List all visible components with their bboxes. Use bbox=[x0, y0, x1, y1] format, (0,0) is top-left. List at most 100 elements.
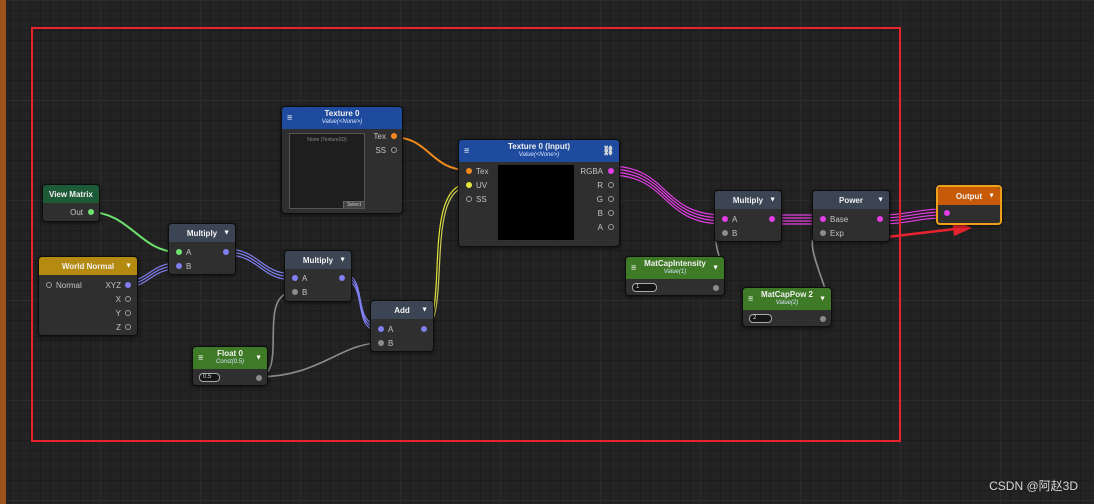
node-header[interactable]: Output ▼ bbox=[938, 187, 1000, 205]
menu-icon[interactable]: ≡ bbox=[748, 294, 753, 304]
port-out[interactable] bbox=[88, 209, 94, 215]
port-in-b[interactable] bbox=[176, 263, 182, 269]
dropdown-icon[interactable]: ▼ bbox=[223, 230, 230, 237]
port-out[interactable] bbox=[223, 249, 229, 255]
port-in-base[interactable] bbox=[820, 216, 826, 222]
port-label-a: A bbox=[597, 223, 603, 232]
dropdown-icon[interactable]: ▼ bbox=[819, 295, 826, 304]
port-in-tex[interactable] bbox=[466, 168, 472, 174]
node-texture-input[interactable]: ≡ Texture 0 (Input) Value(<None>) ⛓ Tex … bbox=[458, 139, 620, 247]
port-out[interactable] bbox=[820, 316, 826, 322]
port-label-uv: UV bbox=[476, 181, 488, 190]
port-out-tex[interactable] bbox=[391, 133, 397, 139]
port-label-ss: SS bbox=[375, 146, 386, 155]
node-float-0[interactable]: ≡ Float 0 Const(0.5) ▼ 0.5 bbox=[192, 346, 268, 386]
dropdown-icon[interactable]: ▼ bbox=[125, 263, 132, 270]
port-out[interactable] bbox=[256, 375, 262, 381]
dropdown-icon[interactable]: ▼ bbox=[769, 197, 776, 204]
port-out[interactable] bbox=[769, 216, 775, 222]
port-in-a[interactable] bbox=[722, 216, 728, 222]
port-out-x[interactable] bbox=[125, 296, 131, 302]
node-multiply-1[interactable]: Multiply ▼ A B bbox=[168, 223, 236, 275]
port-label-b: B bbox=[302, 288, 308, 297]
node-header[interactable]: Add ▼ bbox=[371, 301, 433, 319]
link-icon[interactable]: ⛓ bbox=[603, 146, 614, 156]
port-in-b[interactable] bbox=[722, 230, 728, 236]
port-label-b: B bbox=[732, 229, 738, 238]
port-label-tex: Tex bbox=[476, 167, 489, 176]
node-header[interactable]: ≡ Texture 0 (Input) Value(<None>) ⛓ bbox=[459, 140, 619, 162]
port-in-b[interactable] bbox=[292, 289, 298, 295]
node-header[interactable]: World Normal ▼ bbox=[39, 257, 137, 275]
port-label-xyz: XYZ bbox=[105, 281, 121, 290]
port-out[interactable] bbox=[877, 216, 883, 222]
port-label-z: Z bbox=[116, 323, 121, 332]
node-matcap-pow[interactable]: ≡ MatCapPow 2 Value(2) ▼ 2 bbox=[742, 287, 832, 327]
port-out-ss[interactable] bbox=[391, 147, 397, 153]
node-header[interactable]: ≡ Float 0 Const(0.5) ▼ bbox=[193, 347, 267, 369]
port-in-ss[interactable] bbox=[466, 196, 472, 202]
port-out-g[interactable] bbox=[608, 196, 614, 202]
port-out-xyz[interactable] bbox=[125, 282, 131, 288]
node-header[interactable]: Power ▼ bbox=[813, 191, 889, 209]
port-out-rgba[interactable] bbox=[608, 168, 614, 174]
texture-preview[interactable]: None (Texture2D) Select bbox=[289, 133, 365, 209]
port-label-a: A bbox=[732, 215, 738, 224]
port-out[interactable] bbox=[421, 326, 427, 332]
port-out[interactable] bbox=[339, 275, 345, 281]
port-out-r[interactable] bbox=[608, 182, 614, 188]
value-field[interactable]: 1 bbox=[632, 283, 657, 292]
node-subtitle: Value(1) bbox=[663, 269, 687, 275]
node-header[interactable]: Multiply ▼ bbox=[715, 191, 781, 209]
dropdown-icon[interactable]: ▼ bbox=[339, 257, 346, 264]
node-header[interactable]: Multiply ▼ bbox=[285, 251, 351, 269]
port-in-a[interactable] bbox=[292, 275, 298, 281]
menu-icon[interactable]: ≡ bbox=[464, 146, 469, 156]
node-output[interactable]: Output ▼ bbox=[936, 185, 1002, 225]
port-label-tex: Tex bbox=[373, 132, 386, 141]
port-in[interactable] bbox=[944, 210, 950, 216]
menu-icon[interactable]: ≡ bbox=[287, 113, 292, 123]
port-out-a[interactable] bbox=[608, 224, 614, 230]
port-in-b[interactable] bbox=[378, 340, 384, 346]
port-in-normal[interactable] bbox=[46, 282, 52, 288]
node-multiply-3[interactable]: Multiply ▼ A B bbox=[714, 190, 782, 242]
dropdown-icon[interactable]: ▼ bbox=[421, 307, 428, 314]
dropdown-icon[interactable]: ▼ bbox=[255, 354, 262, 363]
port-in-a[interactable] bbox=[176, 249, 182, 255]
node-matcap-intensity[interactable]: ≡ MatCapIntensity Value(1) ▼ 1 bbox=[625, 256, 725, 296]
port-label-g: G bbox=[596, 195, 603, 204]
node-view-matrix[interactable]: View Matrix Out bbox=[42, 184, 100, 222]
port-out[interactable] bbox=[713, 285, 719, 291]
node-title: Texture 0 (Input) bbox=[507, 142, 571, 151]
node-power[interactable]: Power ▼ Base Exp bbox=[812, 190, 890, 242]
port-in-exp[interactable] bbox=[820, 230, 826, 236]
node-texture-0[interactable]: ≡ Texture 0 Value(<None>) None (Texture2… bbox=[281, 106, 403, 214]
dropdown-icon[interactable]: ▼ bbox=[712, 264, 719, 273]
menu-icon[interactable]: ≡ bbox=[198, 353, 203, 363]
select-button[interactable]: Select bbox=[343, 201, 364, 208]
node-title: Multiply bbox=[732, 195, 764, 205]
port-label-b: B bbox=[388, 339, 394, 348]
node-header[interactable]: Multiply ▼ bbox=[169, 224, 235, 242]
port-out-b[interactable] bbox=[608, 210, 614, 216]
port-label-ss: SS bbox=[476, 195, 487, 204]
menu-icon[interactable]: ≡ bbox=[631, 263, 636, 273]
port-in-uv[interactable] bbox=[466, 182, 472, 188]
node-add[interactable]: Add ▼ A B bbox=[370, 300, 434, 352]
port-in-a[interactable] bbox=[378, 326, 384, 332]
dropdown-icon[interactable]: ▼ bbox=[988, 193, 995, 200]
node-world-normal[interactable]: World Normal ▼ Normal XYZ X Y Z bbox=[38, 256, 138, 336]
dropdown-icon[interactable]: ▼ bbox=[877, 197, 884, 204]
node-header[interactable]: View Matrix bbox=[43, 185, 99, 203]
node-multiply-2[interactable]: Multiply ▼ A B bbox=[284, 250, 352, 302]
node-title: Multiply bbox=[186, 228, 218, 238]
value-field[interactable]: 2 bbox=[749, 314, 772, 323]
port-out-z[interactable] bbox=[125, 324, 131, 330]
port-out-y[interactable] bbox=[125, 310, 131, 316]
preview-label: None (Texture2D) bbox=[307, 137, 347, 143]
node-header[interactable]: ≡ Texture 0 Value(<None>) bbox=[282, 107, 402, 129]
value-field[interactable]: 0.5 bbox=[199, 373, 220, 382]
node-header[interactable]: ≡ MatCapPow 2 Value(2) ▼ bbox=[743, 288, 831, 310]
node-header[interactable]: ≡ MatCapIntensity Value(1) ▼ bbox=[626, 257, 724, 279]
